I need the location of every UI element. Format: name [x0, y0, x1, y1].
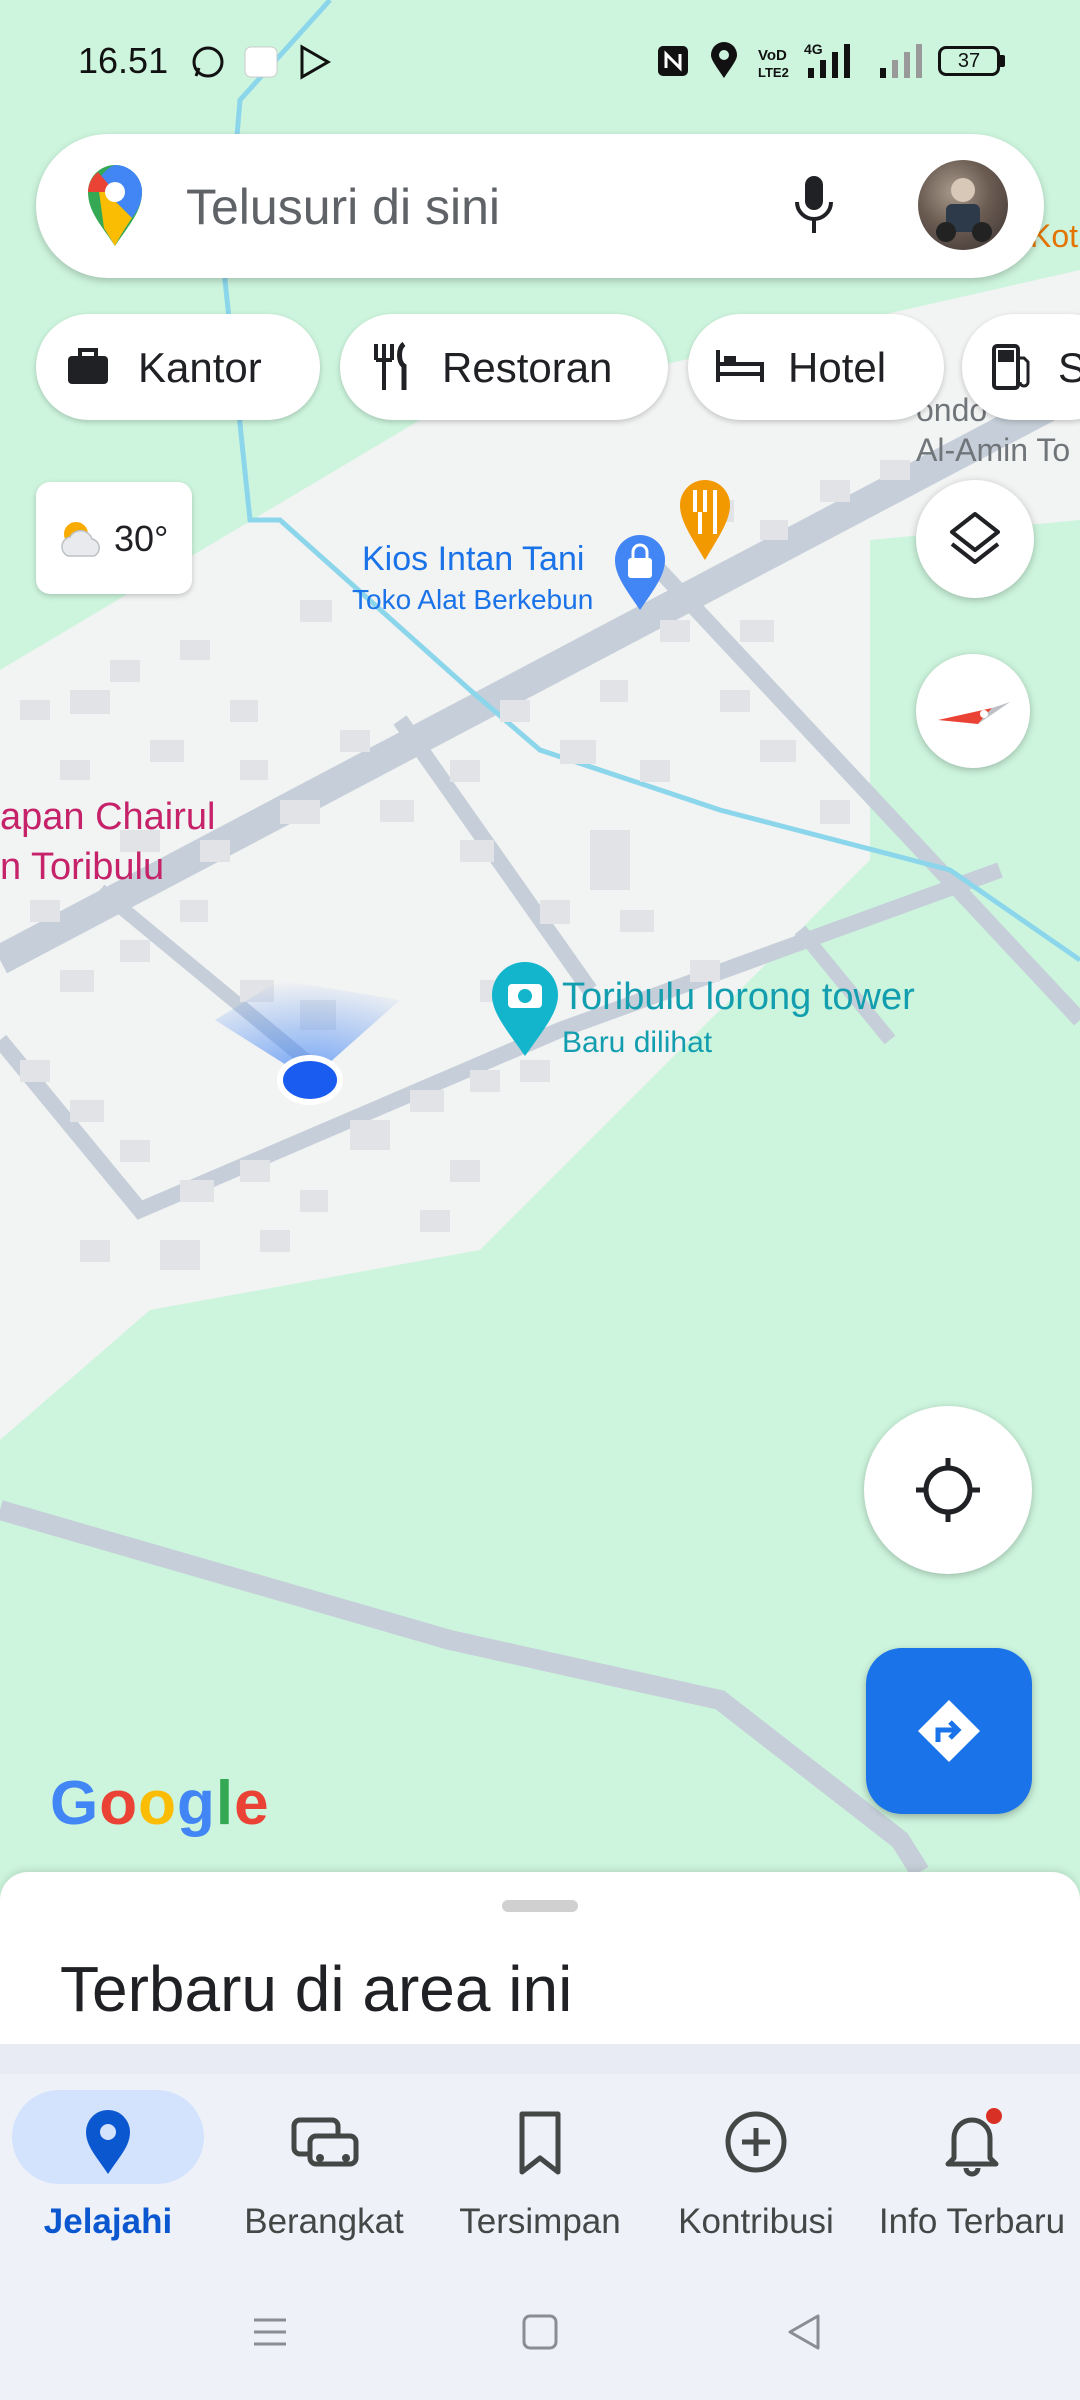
nav-label-tersimpan: Tersimpan — [459, 2202, 621, 2241]
google-maps-logo-icon — [88, 165, 142, 246]
nav-item-jelajahi[interactable]: Jelajahi — [0, 2074, 216, 2274]
gas-station-icon — [992, 344, 1030, 390]
explore-pin-icon — [86, 2110, 130, 2174]
my-location-dot — [277, 1055, 343, 1105]
avatar-photo — [936, 178, 992, 242]
svg-text:LTE2: LTE2 — [758, 65, 789, 80]
directions-icon — [918, 1700, 980, 1762]
weather-card[interactable]: 30° — [36, 482, 192, 594]
crosshair-icon — [916, 1458, 980, 1522]
weather-temperature: 30° — [114, 518, 169, 559]
battery-tip — [1000, 55, 1005, 67]
nav-label-kontribusi: Kontribusi — [678, 2202, 834, 2241]
poi-label-left-1[interactable]: apan Chairul — [0, 796, 215, 839]
google-logo-letter: G — [50, 1769, 100, 1838]
nav-item-tersimpan[interactable]: Tersimpan — [432, 2074, 648, 2274]
nav-label-berangkat: Berangkat — [244, 2202, 404, 2241]
sheet-title: Terbaru di area ini — [60, 1953, 573, 2025]
poi-label-tower[interactable]: Toribulu lorong tower — [562, 976, 915, 1019]
chip-kantor-label: Kantor — [138, 344, 262, 391]
commute-car-icon — [291, 2117, 359, 2167]
bottom-sheet[interactable]: Terbaru di area ini — [0, 1872, 1080, 2048]
bookmark-icon — [519, 2111, 561, 2175]
chip-hotel-label: Hotel — [788, 344, 887, 391]
battery-icon: 37 — [938, 46, 1000, 76]
app-notification-icon — [244, 46, 278, 78]
user-avatar[interactable] — [918, 160, 1008, 250]
svg-text:VoD: VoD — [758, 47, 787, 64]
chip-hotel[interactable]: Hotel — [688, 314, 944, 420]
nav-item-berangkat[interactable]: Berangkat — [216, 2074, 432, 2274]
nav-label-jelajahi: Jelajahi — [43, 2202, 173, 2241]
search-input[interactable]: Telusuri di sini — [186, 178, 500, 236]
my-location-button[interactable] — [864, 1406, 1032, 1574]
partly-cloudy-icon — [61, 522, 100, 557]
nfc-icon — [658, 46, 688, 76]
google-logo-letter: l — [215, 1769, 235, 1838]
google-logo-letter: o — [138, 1769, 177, 1838]
back-icon[interactable] — [784, 2312, 824, 2352]
layers-icon — [950, 512, 1000, 564]
chip-kantor[interactable]: Kantor — [36, 314, 320, 420]
svg-text:4G: 4G — [804, 41, 823, 57]
layers-button[interactable] — [916, 480, 1034, 598]
whatsapp-icon — [192, 46, 224, 78]
nav-label-info-terbaru: Info Terbaru — [878, 2202, 1066, 2241]
chip-restoran-label: Restoran — [442, 344, 613, 391]
sheet-divider — [0, 2044, 1080, 2074]
add-circle-icon — [725, 2111, 787, 2173]
poi-label-right-2[interactable]: Al-Amin To — [916, 432, 1070, 469]
google-logo-letter: e — [234, 1769, 270, 1838]
google-logo-letter: o — [99, 1769, 139, 1838]
sheet-drag-handle[interactable] — [502, 1900, 578, 1912]
bottom-navigation: Jelajahi Berangkat Tersimpan Kontribusi … — [0, 2074, 1080, 2274]
status-bar: 16.51 VoD LTE2 4G 37 — [0, 0, 1080, 120]
location-status-icon — [711, 42, 737, 78]
recent-apps-icon[interactable] — [250, 2312, 290, 2352]
poi-category-kios: Toko Alat Berkebun — [352, 584, 594, 615]
nav-item-kontribusi[interactable]: Kontribusi — [648, 2074, 864, 2274]
microphone-icon[interactable] — [792, 174, 836, 238]
compass-icon — [938, 702, 1010, 724]
bell-icon — [945, 2108, 1002, 2177]
volte-icon: VoDLTE2 — [758, 47, 789, 80]
nav-item-info-terbaru[interactable]: Info Terbaru — [864, 2074, 1080, 2274]
briefcase-icon — [68, 348, 108, 384]
play-store-icon — [300, 44, 332, 80]
directions-button[interactable] — [866, 1648, 1032, 1814]
poi-sub-tower: Baru dilihat — [562, 1026, 713, 1059]
search-bar[interactable]: Telusuri di sini — [36, 134, 1044, 278]
compass-button[interactable] — [916, 654, 1030, 768]
signal-4g-icon: 4G — [804, 41, 850, 78]
system-navigation-bar — [0, 2274, 1080, 2400]
home-icon[interactable] — [520, 2312, 560, 2352]
status-time: 16.51 — [78, 40, 169, 81]
chip-gas-station[interactable]: S — [962, 314, 1080, 420]
chip-gas-label: S — [1058, 344, 1080, 391]
poi-label-left-2[interactable]: n Toribulu — [0, 846, 164, 889]
signal-secondary-icon — [880, 44, 922, 78]
poi-label-kios[interactable]: Kios Intan Tani — [362, 540, 584, 579]
restaurant-icon — [374, 342, 407, 390]
bed-icon — [716, 350, 764, 382]
chip-restoran[interactable]: Restoran — [340, 314, 668, 420]
google-logo-letter: g — [176, 1769, 216, 1838]
battery-level: 37 — [957, 50, 981, 72]
google-logo: Google — [50, 1768, 270, 1839]
